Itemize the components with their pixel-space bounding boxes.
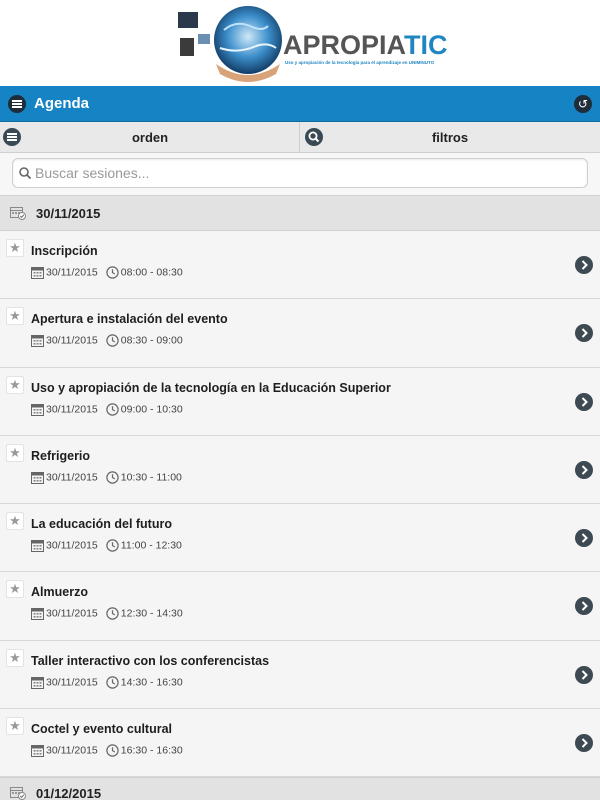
session-meta: 30/11/2015 12:30 - 14:30 [31, 607, 183, 621]
day-label: 30/11/2015 [36, 206, 101, 221]
session-meta: 30/11/2015 08:30 - 09:00 [31, 334, 183, 348]
session-row[interactable]: ★ Inscripción 30/11/2015 08:00 - 08:30 [0, 231, 600, 300]
session-row[interactable]: ★ Refrigerio 30/11/2015 10:30 - 11:00 [0, 435, 600, 505]
session-row[interactable]: ★ Coctel y evento cultural 30/11/2015 16:… [0, 709, 600, 778]
star-icon[interactable]: ★ [6, 512, 24, 531]
clock-icon [106, 539, 119, 552]
star-icon[interactable]: ★ [6, 375, 24, 394]
session-row[interactable]: ★ La educación del futuro 30/11/2015 11:0… [0, 504, 600, 573]
session-title: Apertura e instalación del evento [31, 312, 228, 327]
chevron-right-icon[interactable] [575, 734, 593, 753]
calendar-icon [31, 471, 44, 484]
session-time: 14:30 - 16:30 [120, 676, 183, 689]
chevron-right-icon[interactable] [575, 256, 593, 274]
chevron-right-icon[interactable] [575, 529, 593, 548]
order-label: orden [131, 130, 169, 145]
menu-icon[interactable] [8, 95, 26, 113]
session-time: 11:00 - 12:30 [120, 539, 182, 552]
session-meta: 30/11/2015 16:30 - 16:30 [31, 744, 183, 758]
star-icon[interactable]: ★ [6, 307, 24, 326]
session-title: La educación del futuro [31, 517, 172, 532]
day-divider: 01/12/2015 [0, 777, 600, 800]
session-meta: 30/11/2015 11:00 - 12:30 [31, 539, 182, 553]
session-date: 30/11/2015 [46, 744, 98, 757]
star-icon[interactable]: ★ [6, 717, 24, 736]
day-divider: 30/11/2015 [0, 195, 600, 231]
session-date: 30/11/2015 [46, 403, 98, 416]
session-title: Uso y apropiación de la tecnología en la… [31, 380, 391, 395]
star-icon[interactable]: ★ [6, 580, 24, 599]
session-time: 09:00 - 10:30 [120, 403, 183, 416]
session-time: 08:00 - 08:30 [120, 266, 183, 279]
clock-icon [106, 471, 119, 484]
filters-button[interactable]: filtros [300, 122, 600, 152]
session-date: 30/11/2015 [46, 266, 98, 279]
session-meta: 30/11/2015 09:00 - 10:30 [31, 402, 183, 417]
search-box [12, 158, 588, 188]
session-time: 12:30 - 14:30 [120, 607, 183, 620]
session-title: Coctel y evento cultural [31, 722, 173, 737]
app-header: Agenda ↺ [0, 86, 600, 122]
session-row[interactable]: ★ Uso y apropiación de la tecnología en … [0, 367, 600, 436]
logo-tagline: Uso y apropiación de la tecnología para … [285, 60, 435, 65]
search-bar [0, 153, 600, 195]
star-icon[interactable]: ★ [6, 648, 24, 667]
session-date: 30/11/2015 [46, 676, 98, 689]
session-time: 16:30 - 16:30 [120, 744, 183, 757]
session-date: 30/11/2015 [46, 334, 98, 347]
session-date: 30/11/2015 [46, 471, 98, 484]
session-title: Taller interactivo con los conferencista… [31, 653, 270, 668]
filters-label: filtros [431, 130, 469, 145]
day-label: 01/12/2015 [36, 786, 102, 800]
session-title: Inscripción [31, 244, 98, 258]
star-icon[interactable]: ★ [6, 443, 24, 462]
session-time: 08:30 - 09:00 [120, 334, 183, 347]
calendar-check-icon [10, 207, 26, 220]
session-meta: 30/11/2015 08:00 - 08:30 [31, 266, 183, 280]
toolbar: orden filtros [0, 122, 600, 153]
clock-icon [106, 266, 119, 279]
calendar-icon [31, 676, 44, 689]
clock-icon [106, 744, 119, 757]
calendar-icon [31, 335, 44, 348]
clock-icon [106, 334, 119, 347]
search-input[interactable] [35, 163, 575, 183]
chevron-right-icon[interactable] [575, 324, 593, 343]
calendar-icon [31, 267, 44, 279]
calendar-check-icon [10, 787, 26, 800]
session-time: 10:30 - 11:00 [120, 471, 182, 484]
chevron-right-icon[interactable] [575, 665, 593, 684]
session-meta: 30/11/2015 14:30 - 16:30 [31, 676, 183, 690]
search-icon [19, 167, 32, 180]
calendar-icon [31, 608, 44, 621]
calendar-icon [31, 540, 44, 553]
session-list: ★ Inscripción 30/11/2015 08:00 - 08:30 ★ … [0, 231, 600, 778]
logo-area: APROPIATIC Uso y apropiación de la tecno… [0, 0, 600, 86]
session-title: Refrigerio [31, 448, 91, 463]
clock-icon [106, 402, 119, 416]
session-title: Almuerzo [31, 585, 88, 600]
chevron-right-icon[interactable] [575, 597, 593, 616]
clock-icon [106, 607, 119, 621]
session-meta: 30/11/2015 10:30 - 11:00 [31, 471, 182, 485]
session-row[interactable]: ★ Almuerzo 30/11/2015 12:30 - 14:30 [0, 572, 600, 641]
page-title: Agenda [34, 95, 90, 112]
chevron-right-icon[interactable] [575, 392, 593, 411]
session-date: 30/11/2015 [46, 607, 98, 620]
star-icon[interactable]: ★ [6, 239, 24, 257]
session-date: 30/11/2015 [46, 539, 98, 552]
calendar-icon [31, 403, 44, 416]
back-icon[interactable]: ↺ [574, 95, 592, 113]
session-row[interactable]: ★ Apertura e instalación del evento 30/1… [0, 299, 600, 368]
logo-wordmark: APROPIATIC [283, 30, 448, 60]
session-row[interactable]: ★ Taller interactivo con los conferencis… [0, 640, 600, 710]
calendar-icon [31, 745, 44, 758]
order-button[interactable]: orden [0, 122, 300, 152]
chevron-right-icon[interactable] [575, 460, 593, 479]
clock-icon [106, 676, 119, 689]
